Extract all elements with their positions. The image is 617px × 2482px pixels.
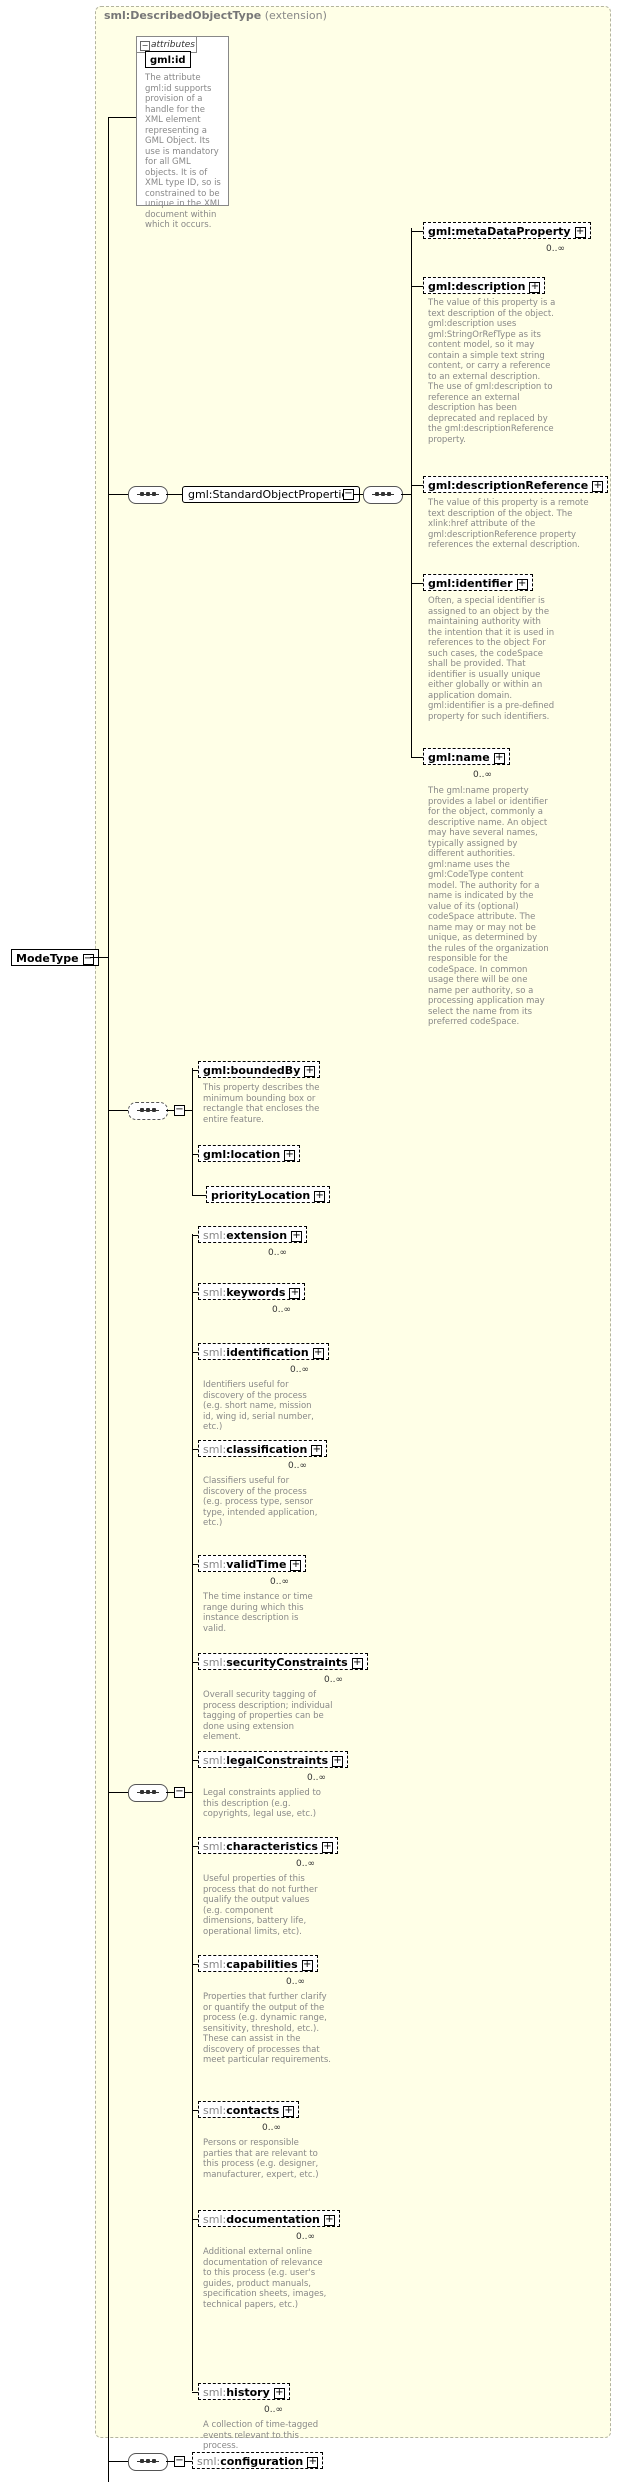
expand-icon[interactable]: + — [311, 1444, 323, 1456]
expand-icon[interactable]: + — [290, 1559, 302, 1571]
sml-contacts-doc: Persons or responsible parties that are … — [203, 2138, 319, 2180]
expand-icon[interactable]: + — [283, 2105, 295, 2117]
occurrence-label: 0..∞ — [286, 1977, 305, 1987]
sequence-compositor-optional[interactable] — [128, 1102, 168, 1120]
element-sml-extension[interactable]: sml:extension + — [198, 1226, 311, 1246]
sequence-compositor[interactable] — [128, 2453, 168, 2471]
sequence-compositor[interactable] — [363, 486, 403, 504]
occurrence-label: 0..∞ — [324, 1675, 343, 1685]
occurrence-label: 0..∞ — [270, 1577, 289, 1587]
occurrence-label: 0..∞ — [268, 1248, 287, 1258]
element-sml-characteristics[interactable]: sml:characteristics + — [198, 1837, 341, 1857]
element-gml-name[interactable]: gml:name + — [423, 748, 513, 768]
sequence-compositor[interactable] — [128, 486, 168, 504]
outer-type-title: sml:DescribedObjectType (extension) — [104, 9, 327, 22]
occurrence-label: 0..∞ — [290, 1365, 309, 1375]
element-gml-location[interactable]: gml:location + — [198, 1145, 301, 1162]
expand-icon[interactable]: + — [301, 1959, 313, 1971]
element-gml-descriptionreference[interactable]: gml:descriptionReference + — [423, 476, 609, 493]
occurrence-label: 0..∞ — [307, 1773, 326, 1783]
gml-id-attribute[interactable]: gml:id — [145, 51, 191, 68]
element-sml-validtime[interactable]: sml:validTime + — [198, 1555, 310, 1575]
element-sml-history[interactable]: sml:history + — [198, 2383, 293, 2403]
expand-icon[interactable]: + — [284, 1149, 296, 1161]
element-gml-description[interactable]: gml:description + — [423, 277, 546, 294]
element-sml-legalconstraints[interactable]: sml:legalConstraints + — [198, 1751, 352, 1771]
expand-icon[interactable]: + — [289, 1287, 301, 1299]
sml-classification-doc: Classifiers useful for discovery of the … — [203, 1476, 318, 1528]
occurrence-label: 0..∞ — [262, 2123, 281, 2133]
attributes-box: − attributes gml:id The attribute gml:id … — [136, 36, 229, 230]
expand-icon[interactable]: + — [321, 1841, 333, 1853]
gml-name-doc: The gml:name property provides a label o… — [428, 786, 549, 1027]
expand-icon[interactable]: + — [273, 2387, 285, 2399]
collapse-icon[interactable]: − — [140, 41, 150, 51]
collapse-icon[interactable]: − — [82, 953, 94, 965]
element-sml-configuration[interactable]: sml:configuration + — [192, 2452, 324, 2469]
expand-icon[interactable]: + — [332, 1755, 344, 1767]
element-gml-metadataproperty[interactable]: gml:metaDataProperty + — [423, 222, 594, 242]
root-element-modetype[interactable]: ModeType − — [11, 949, 99, 966]
occurrence-label: 0..∞ — [288, 1461, 307, 1471]
element-prioritylocation[interactable]: priorityLocation + — [206, 1186, 331, 1203]
expand-icon[interactable]: + — [304, 1065, 316, 1077]
occurrence-label: 0..∞ — [296, 1859, 315, 1869]
element-sml-contacts[interactable]: sml:contacts + — [198, 2101, 303, 2121]
expand-icon[interactable]: + — [351, 1657, 363, 1669]
sml-legalconstraints-doc: Legal constraints applied to this descri… — [203, 1788, 322, 1819]
group-standard-object-properties[interactable]: gml:StandardObjectProperties — [182, 486, 360, 503]
expand-icon[interactable]: + — [529, 281, 541, 293]
sequence-compositor[interactable] — [128, 1784, 168, 1802]
expand-icon[interactable]: + — [493, 752, 505, 764]
expand-icon[interactable]: + — [516, 578, 528, 590]
gml-identifier-doc: Often, a special identifier is assigned … — [428, 596, 555, 722]
expand-icon[interactable]: + — [291, 1230, 303, 1242]
gml-boundedby-doc: This property describes the minimum boun… — [203, 1083, 320, 1125]
occurrence-label: 0..∞ — [546, 244, 565, 254]
expand-icon[interactable]: + — [312, 1347, 324, 1359]
element-sml-classification[interactable]: sml:classification + — [198, 1440, 331, 1460]
sml-validtime-doc: The time instance or time range during w… — [203, 1592, 313, 1634]
sml-capabilities-doc: Properties that further clarify or quant… — [203, 1992, 331, 2065]
element-gml-identifier[interactable]: gml:identifier + — [423, 574, 533, 591]
element-sml-identification[interactable]: sml:identification + — [198, 1343, 332, 1363]
sml-characteristics-doc: Useful properties of this process that d… — [203, 1874, 318, 1937]
expand-icon[interactable]: + — [592, 480, 604, 492]
occurrence-label: 0..∞ — [272, 1305, 291, 1315]
expand-icon[interactable]: + — [307, 2456, 319, 2468]
occurrence-label: 0..∞ — [473, 770, 492, 780]
element-sml-keywords[interactable]: sml:keywords + — [198, 1283, 309, 1303]
sml-securityconstraints-doc: Overall security tagging of process desc… — [203, 1690, 333, 1742]
element-sml-documentation[interactable]: sml:documentation + — [198, 2210, 343, 2230]
element-sml-securityconstraints[interactable]: sml:securityConstraints + — [198, 1653, 371, 1673]
occurrence-label: 0..∞ — [264, 2405, 283, 2415]
sml-documentation-doc: Additional external online documentation… — [203, 2247, 327, 2310]
gml-descriptionreference-doc: The value of this property is a remote t… — [428, 498, 589, 550]
sml-history-doc: A collection of time-tagged events relev… — [203, 2420, 319, 2451]
occurrence-label: 0..∞ — [296, 2232, 315, 2242]
expand-icon[interactable]: + — [574, 226, 586, 238]
gml-description-doc: The value of this property is a text des… — [428, 298, 556, 445]
element-sml-capabilities[interactable]: sml:capabilities + — [198, 1955, 321, 1975]
expand-icon[interactable]: + — [323, 2214, 335, 2226]
expand-icon[interactable]: + — [314, 1190, 326, 1202]
sml-identification-doc: Identifiers useful for discovery of the … — [203, 1380, 314, 1432]
gml-id-doc: The attribute gml:id supports provision … — [145, 73, 222, 230]
element-gml-boundedby[interactable]: gml:boundedBy + — [198, 1061, 321, 1078]
